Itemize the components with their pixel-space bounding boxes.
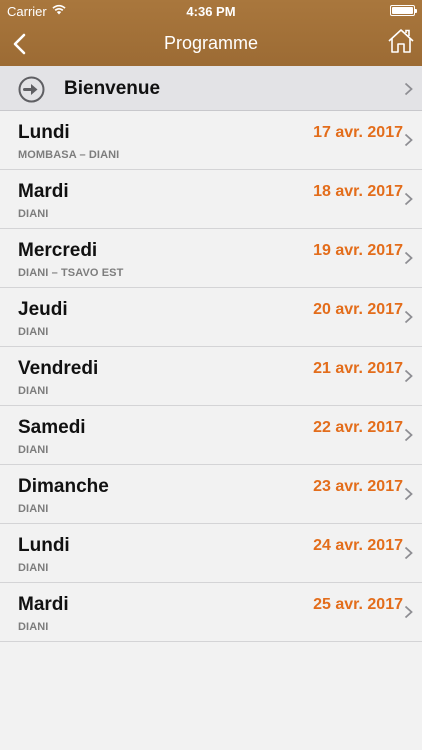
day-date: 24 avr. 2017	[313, 537, 403, 554]
day-name: Jeudi	[18, 299, 68, 320]
chevron-right-icon	[404, 428, 413, 442]
day-date: 25 avr. 2017	[313, 596, 403, 613]
day-name: Samedi	[18, 417, 86, 438]
day-location: DIANI	[18, 503, 49, 515]
chevron-right-icon	[404, 192, 413, 206]
day-name: Lundi	[18, 535, 70, 556]
status-bar: Carrier 4:36 PM	[0, 0, 422, 22]
day-date: 23 avr. 2017	[313, 478, 403, 495]
day-row[interactable]: Mardi DIANI 25 avr. 2017	[0, 583, 422, 642]
navigation-bar: Programme	[0, 22, 422, 66]
day-date: 18 avr. 2017	[313, 183, 403, 200]
chevron-right-icon	[404, 369, 413, 383]
welcome-label: Bienvenue	[64, 78, 161, 99]
day-location: DIANI	[18, 621, 49, 633]
chevron-right-icon	[404, 133, 413, 147]
battery-icon	[390, 5, 417, 16]
day-location: DIANI	[18, 385, 49, 397]
welcome-row[interactable]: Bienvenue	[0, 66, 422, 111]
page-title: Programme	[163, 33, 259, 53]
chevron-right-icon	[404, 487, 413, 501]
chevron-right-icon	[404, 546, 413, 560]
day-name: Mardi	[18, 594, 69, 615]
day-name: Mardi	[18, 181, 69, 202]
day-date: 17 avr. 2017	[313, 124, 403, 141]
day-row[interactable]: Mercredi DIANI – TSAVO EST 19 avr. 2017	[0, 229, 422, 288]
day-row[interactable]: Lundi MOMBASA – DIANI 17 avr. 2017	[0, 111, 422, 170]
day-location: DIANI	[18, 444, 49, 456]
programme-list: Lundi MOMBASA – DIANI 17 avr. 2017 Mardi DIA…	[0, 111, 422, 642]
day-name: Vendredi	[18, 358, 99, 379]
home-icon[interactable]	[387, 27, 415, 55]
day-row[interactable]: Dimanche DIANI 23 avr. 2017	[0, 465, 422, 524]
day-row[interactable]: Jeudi DIANI 20 avr. 2017	[0, 288, 422, 347]
arrow-circle-right-icon	[18, 76, 45, 103]
header-bar: Carrier 4:36 PM Programme	[0, 0, 422, 66]
day-row[interactable]: Mardi DIANI 18 avr. 2017	[0, 170, 422, 229]
day-location: DIANI – TSAVO EST	[18, 267, 124, 279]
day-date: 22 avr. 2017	[313, 419, 403, 436]
day-date: 19 avr. 2017	[313, 242, 403, 259]
day-row[interactable]: Samedi DIANI 22 avr. 2017	[0, 406, 422, 465]
day-name: Mercredi	[18, 240, 98, 261]
day-name: Lundi	[18, 122, 70, 143]
day-date: 20 avr. 2017	[313, 301, 403, 318]
day-row[interactable]: Vendredi DIANI 21 avr. 2017	[0, 347, 422, 406]
chevron-right-icon	[404, 310, 413, 324]
day-location: MOMBASA – DIANI	[18, 149, 120, 161]
day-row[interactable]: Lundi DIANI 24 avr. 2017	[0, 524, 422, 583]
status-time: 4:36 PM	[186, 4, 236, 19]
chevron-right-icon	[404, 605, 413, 619]
chevron-right-icon	[404, 251, 413, 265]
day-location: DIANI	[18, 326, 49, 338]
day-location: DIANI	[18, 562, 49, 574]
day-name: Dimanche	[18, 476, 109, 497]
chevron-right-icon	[404, 82, 413, 96]
day-date: 21 avr. 2017	[313, 360, 403, 377]
day-location: DIANI	[18, 208, 49, 220]
